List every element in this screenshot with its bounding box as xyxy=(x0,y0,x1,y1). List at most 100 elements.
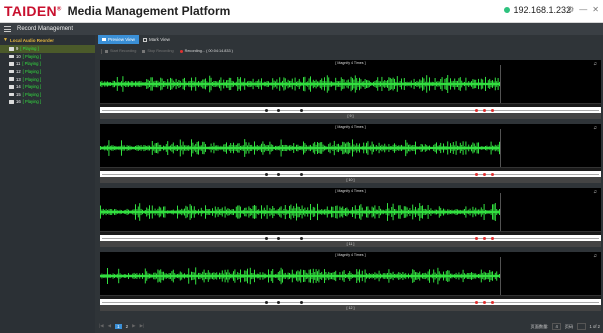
waveform-panel[interactable]: [ Magnify 4 Times ] ♫ xyxy=(100,252,601,305)
waveform[interactable] xyxy=(100,193,601,231)
channel-item[interactable]: 13 [ Playing ] xyxy=(0,75,95,83)
waveform-bar xyxy=(254,205,255,219)
waveform-bar xyxy=(385,81,387,87)
red-marker-dot[interactable] xyxy=(491,172,494,176)
red-marker-dot[interactable] xyxy=(475,172,478,176)
waveform-bar xyxy=(367,274,369,278)
red-marker-dot[interactable] xyxy=(483,108,486,112)
channel-item[interactable]: 12 [ Playing ] xyxy=(0,68,95,76)
red-marker-dot[interactable] xyxy=(491,300,494,304)
channel-label: 15 xyxy=(16,91,21,97)
waveform-bar xyxy=(125,209,127,215)
waveform-bar xyxy=(273,208,275,216)
red-marker-dot[interactable] xyxy=(483,300,486,304)
waveform-bar xyxy=(333,210,335,214)
marker-dot[interactable] xyxy=(277,236,280,240)
channel-item[interactable]: 15 [ Playing ] xyxy=(0,91,95,99)
tab-mark-view[interactable]: Mark View xyxy=(139,35,174,44)
playhead[interactable] xyxy=(500,193,501,231)
marker-dot[interactable] xyxy=(265,236,268,240)
waveform[interactable] xyxy=(100,65,601,103)
marker-dot[interactable] xyxy=(300,236,303,240)
settings-icon[interactable]: ⚙ xyxy=(567,5,574,15)
marker-dot[interactable] xyxy=(300,108,303,112)
caret-down-icon[interactable]: ▼ xyxy=(3,37,8,43)
channel-item[interactable]: 9 [ Playing ] xyxy=(0,45,95,53)
waveform-bar xyxy=(468,273,470,279)
red-marker-dot[interactable] xyxy=(483,236,486,240)
waveform-bar xyxy=(196,274,198,278)
marker-dot[interactable] xyxy=(265,108,268,112)
red-marker-dot[interactable] xyxy=(475,300,478,304)
waveform-bar xyxy=(251,144,253,151)
waveform-bar xyxy=(423,78,425,90)
red-marker-dot[interactable] xyxy=(475,108,478,112)
channel-item[interactable]: 16 [ Playing ] xyxy=(0,98,95,106)
waveform-bar xyxy=(228,145,230,151)
marker-dot[interactable] xyxy=(277,108,280,112)
waveform-panel[interactable]: [ Magnify 4 Times ] ♫ xyxy=(100,188,601,241)
waveform-bar xyxy=(318,81,320,87)
marker-dot[interactable] xyxy=(300,300,303,304)
prev-page-button[interactable]: ◀ xyxy=(108,323,111,329)
jump-input[interactable] xyxy=(577,323,586,330)
waveform-bar xyxy=(277,146,279,151)
minimize-icon[interactable]: — xyxy=(579,5,587,15)
waveform-panel[interactable]: [ Magnify 4 Times ] ♫ xyxy=(100,60,601,113)
waveform-bar xyxy=(335,270,337,282)
marker-dot[interactable] xyxy=(265,300,268,304)
waveform-bar xyxy=(220,77,222,91)
waveform-bar xyxy=(114,209,115,215)
per-page-select[interactable]: 4 xyxy=(552,323,561,330)
waveform-bar xyxy=(198,141,199,155)
waveform-bar xyxy=(186,206,188,218)
waveform-baseline xyxy=(100,275,500,277)
red-marker-dot[interactable] xyxy=(491,108,494,112)
waveform-bar xyxy=(489,270,491,282)
stop-recording-button[interactable]: Stop Recording xyxy=(142,49,174,53)
waveform-bar xyxy=(345,82,346,86)
waveform-bar xyxy=(101,273,103,279)
playhead[interactable] xyxy=(500,129,501,167)
waveform-bar xyxy=(458,146,460,150)
waveform-bar xyxy=(286,81,288,87)
page-button[interactable]: 2 xyxy=(126,324,129,329)
channel-item[interactable]: 10 [ Playing ] xyxy=(0,53,95,61)
start-recording-button[interactable]: Start Recording xyxy=(105,49,136,53)
panel-footer: [ 11 ] xyxy=(100,241,601,247)
waveform-bar xyxy=(364,145,366,151)
waveform[interactable] xyxy=(100,129,601,167)
playhead[interactable] xyxy=(500,257,501,295)
waveform-bar xyxy=(249,267,251,285)
next-page-button[interactable]: ▶ xyxy=(132,323,135,329)
red-marker-dot[interactable] xyxy=(475,236,478,240)
marker-dot[interactable] xyxy=(277,172,280,176)
red-marker-dot[interactable] xyxy=(491,236,494,240)
tab-preview-view[interactable]: Preview View xyxy=(98,35,139,44)
last-page-button[interactable]: ▶| xyxy=(140,323,145,329)
tree-root[interactable]: ▼ Local Audio Reorder xyxy=(0,35,95,45)
waveform-bar xyxy=(153,81,155,87)
waveform-bar xyxy=(136,209,138,215)
waveform-bar xyxy=(170,77,171,90)
waveform-bar xyxy=(289,80,290,88)
waveform-bar xyxy=(290,204,292,220)
channel-item[interactable]: 11 [ Playing ] xyxy=(0,60,95,68)
marker-dot[interactable] xyxy=(300,172,303,176)
waveform-bar xyxy=(144,268,146,284)
hamburger-menu-icon[interactable] xyxy=(4,26,11,32)
waveform[interactable] xyxy=(100,257,601,295)
channel-item[interactable]: 14 [ Playing ] xyxy=(0,83,95,91)
marker-dot[interactable] xyxy=(265,172,268,176)
folder-icon xyxy=(9,100,14,104)
marker-dot[interactable] xyxy=(277,300,280,304)
waveform-bar xyxy=(311,81,313,87)
page-button[interactable]: 1 xyxy=(115,323,122,329)
waveform-bar xyxy=(431,146,433,150)
red-marker-dot[interactable] xyxy=(483,172,486,176)
playhead[interactable] xyxy=(500,65,501,103)
close-icon[interactable]: ✕ xyxy=(592,5,599,15)
waveform-panel[interactable]: [ Magnify 4 Times ] ♫ xyxy=(100,124,601,177)
waveform-bar xyxy=(399,205,401,219)
first-page-button[interactable]: |◀ xyxy=(99,323,104,329)
